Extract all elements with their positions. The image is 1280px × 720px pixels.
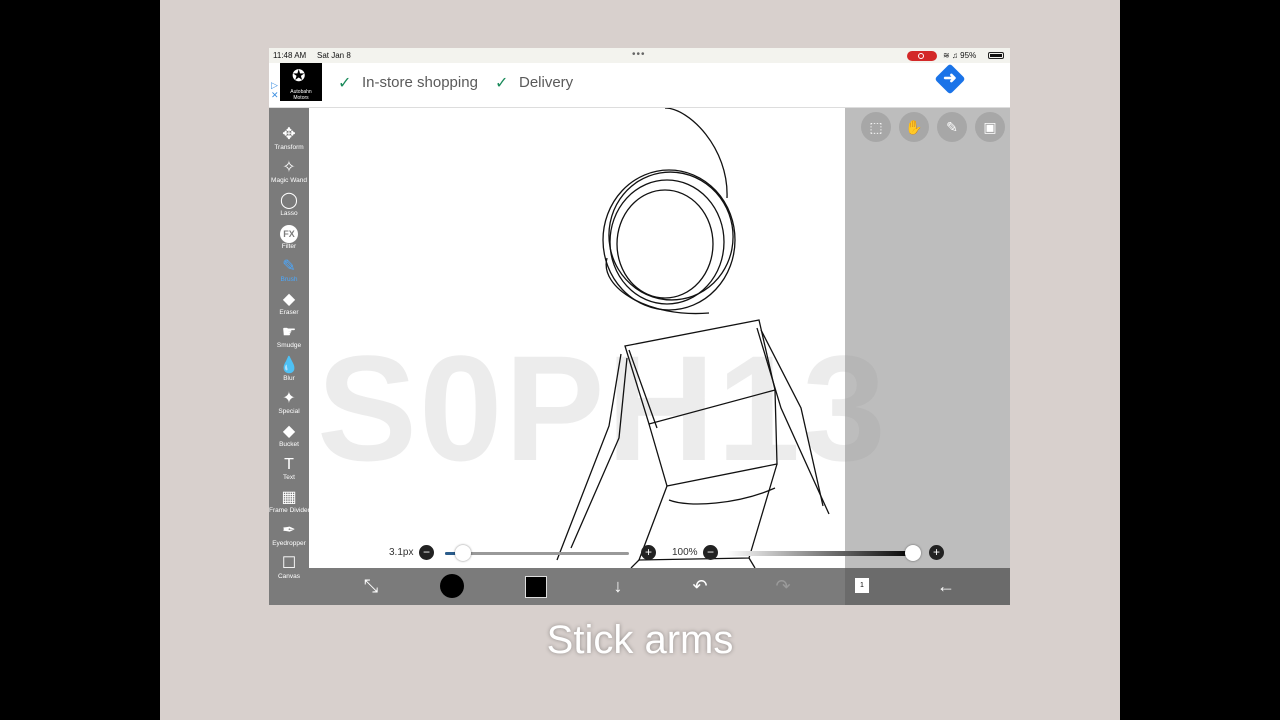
status-time: 11:48 AM (273, 51, 307, 60)
ruler-pen-icon[interactable]: ✎ (937, 112, 967, 142)
redo-icon[interactable]: ↷ (771, 576, 795, 596)
status-bar: 11:48 AM Sat Jan 8 ••• ≋ ♫ 95% (269, 48, 1010, 63)
selection-icon[interactable]: ⬚ (861, 112, 891, 142)
bottom-toolbar-right (845, 568, 1010, 605)
special-icon: ✦ (282, 390, 296, 407)
tool-label: Eraser (279, 309, 299, 316)
tool-label: Filter (281, 243, 297, 250)
screen-record-icon[interactable] (907, 51, 937, 61)
brush-settings-row: 3.1px − + 100% − + (309, 542, 1010, 564)
download-icon[interactable]: ↓ (606, 576, 630, 596)
brand-star-icon: ✪ (292, 68, 306, 85)
sketch-torso-upper (624, 319, 776, 425)
transform-icon: ✥ (282, 126, 296, 143)
tool-text[interactable]: T Text (269, 456, 309, 489)
status-date: Sat Jan 8 (317, 51, 351, 60)
tool-label: Special (278, 408, 300, 415)
sketch-head-mid (609, 179, 725, 305)
sketch-torso-left-edge (628, 349, 658, 429)
brush-size-label: 3.1px (389, 547, 414, 558)
brush-size-knob[interactable] (455, 545, 472, 561)
headphones-icon: ♫ (951, 51, 958, 60)
advertiser-logo-text: Autobahn Motors (290, 89, 312, 101)
check-icon: ✓ (495, 75, 509, 92)
directions-icon[interactable]: ➜ (939, 67, 961, 91)
tool-smudge[interactable]: ☛ Smudge (269, 324, 309, 357)
ad-feature-instore: In-store shopping (362, 74, 478, 91)
tool-label: Canvas (277, 573, 301, 580)
tool-label: Brush (280, 276, 298, 283)
magic-wand-icon: ✧ (282, 159, 296, 176)
tool-frame-divider[interactable]: ▦ Frame Divider (269, 489, 310, 522)
size-decrease-button[interactable]: − (419, 545, 434, 560)
ad-feature-delivery: Delivery (519, 74, 574, 91)
ad-choices-icon[interactable]: ▷ ✕ (271, 80, 279, 100)
opacity-label: 100% (672, 547, 698, 558)
tool-label: Frame Divider (269, 507, 310, 514)
tool-label: Smudge (276, 342, 302, 349)
eyedropper-icon: ✒ (282, 522, 296, 539)
smudge-icon: ☛ (281, 324, 297, 341)
brush-icon: ✎ (282, 258, 296, 275)
opacity-knob[interactable] (905, 545, 921, 561)
brush-size-slider[interactable] (445, 552, 629, 555)
opacity-slider[interactable] (727, 551, 913, 556)
bucket-icon: ◆ (282, 423, 296, 440)
hand-icon[interactable]: ✋ (899, 112, 929, 142)
tool-blur[interactable]: 💧 Blur (269, 357, 309, 390)
tool-eraser[interactable]: ◆ Eraser (269, 291, 309, 324)
back-arrow-icon[interactable]: ← (934, 576, 958, 596)
ipad-screen: 11:48 AM Sat Jan 8 ••• ≋ ♫ 95% ▷ ✕ ✪ Auto… (269, 48, 1010, 605)
tool-label: Magic Wand (271, 177, 307, 184)
tool-label: Eyedropper (272, 540, 306, 547)
multitask-dots-icon[interactable]: ••• (632, 50, 646, 60)
tool-canvas[interactable]: ☐ Canvas (269, 555, 309, 588)
tool-label: Transform (274, 144, 304, 151)
tool-label: Text (283, 474, 295, 481)
tool-eyedropper[interactable]: ✒ Eyedropper (269, 522, 309, 555)
blur-icon: 💧 (279, 357, 299, 374)
tool-filter[interactable]: FX Filter (269, 225, 309, 258)
opacity-decrease-button[interactable]: − (703, 545, 718, 560)
sketch-waist-band (668, 487, 776, 505)
sketch-head-top-stroke (664, 108, 728, 199)
sketch-head-inner (616, 189, 714, 299)
tool-special[interactable]: ✦ Special (269, 390, 309, 423)
size-increase-button[interactable]: + (641, 545, 656, 560)
tool-label: Lasso (280, 210, 298, 217)
status-battery-percent: ≋ ♫ 95% (943, 51, 976, 60)
filter-icon: FX (280, 225, 298, 243)
tool-magic-wand[interactable]: ✧ Magic Wand (269, 159, 309, 192)
layers-icon[interactable]: 1 (855, 578, 869, 593)
lasso-icon: ◯ (280, 192, 298, 209)
canvas-icon: ☐ (281, 555, 297, 572)
eraser-icon: ◆ (282, 291, 296, 308)
sketch-torso-lower (648, 389, 778, 487)
tool-bucket[interactable]: ◆ Bucket (269, 423, 309, 456)
text-icon: T (284, 456, 294, 473)
tool-lasso[interactable]: ◯ Lasso (269, 192, 309, 225)
swap-tool-icon[interactable]: ⤡ (359, 576, 383, 596)
bottom-toolbar: ⤡ ↓ ↶ ↷ 1 ← (309, 568, 1010, 605)
ad-banner[interactable]: ▷ ✕ ✪ Autobahn Motors ✓ In-store shopping… (269, 63, 1010, 108)
image-icon[interactable]: ▣ (975, 112, 1005, 142)
undo-icon[interactable]: ↶ (688, 576, 712, 596)
tool-brush[interactable]: ✎ Brush (269, 258, 309, 291)
advertiser-logo[interactable]: ✪ Autobahn Motors (280, 63, 322, 101)
opacity-increase-button[interactable]: + (929, 545, 944, 560)
tool-sidebar: ✥ Transform ✧ Magic Wand ◯ Lasso FX Filter ✎ Brus… (269, 108, 310, 605)
video-caption: Stick arms (546, 618, 734, 662)
color-swatch[interactable] (525, 576, 547, 598)
drawing-canvas[interactable]: S0PH13 ⬚ ✋ ✎ ▣ (309, 108, 1010, 568)
battery-icon (988, 52, 1004, 59)
frame-divider-icon: ▦ (281, 489, 297, 506)
check-icon: ✓ (338, 75, 352, 92)
stick-figure-sketch (556, 108, 830, 568)
tool-label: Blur (283, 375, 295, 382)
wifi-icon: ≋ (943, 51, 950, 60)
tool-label: Bucket (279, 441, 299, 448)
brush-preset-icon[interactable] (440, 574, 464, 598)
battery-percent: 95% (960, 51, 977, 60)
tool-transform[interactable]: ✥ Transform (269, 126, 309, 159)
